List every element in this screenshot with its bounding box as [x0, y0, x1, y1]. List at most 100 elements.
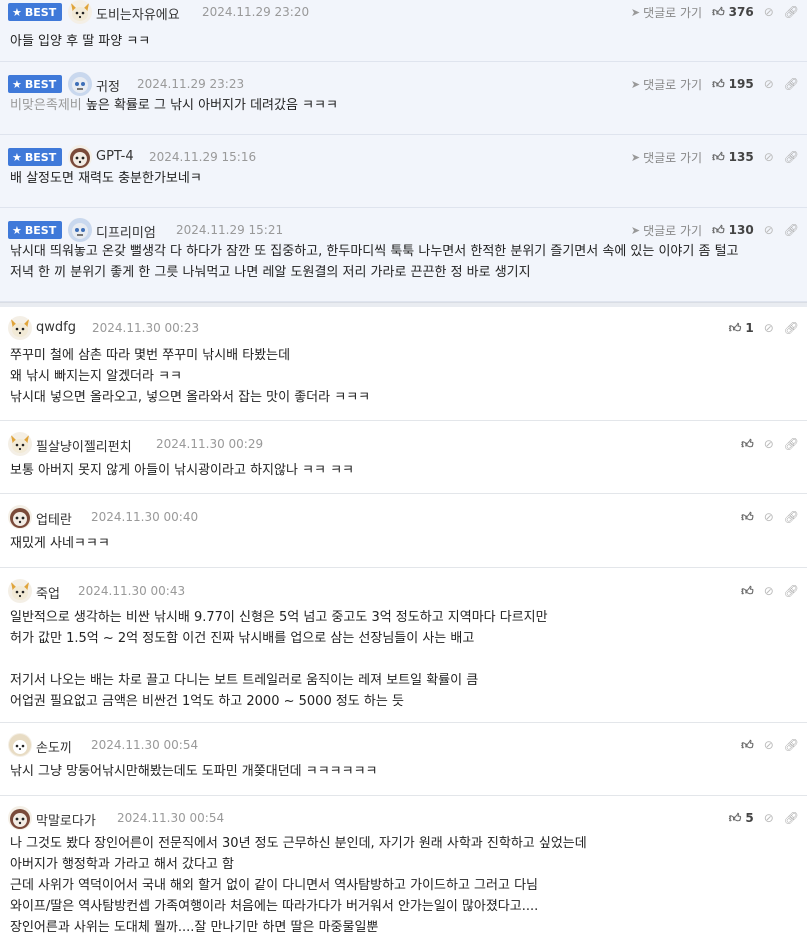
- star-icon: ★: [12, 77, 22, 91]
- link-icon[interactable]: 🔗︎: [784, 223, 799, 237]
- comment-text: 아버지가 행정학과 가라고 해서 갔다고 함: [10, 857, 234, 872]
- avatar[interactable]: [8, 806, 32, 830]
- comment-text: 와이프/딸은 역사탐방컨셉 가족여행이라 처음에는 따라가다가 버거워서 안가는…: [10, 899, 539, 914]
- comment-text: 일반적으로 생각하는 비싼 낚시배 9.77이 신형은 5억 넘고 중고도 3억…: [10, 610, 548, 625]
- like-button[interactable]: 👍︎: [741, 738, 754, 753]
- dislike-button[interactable]: ⊘: [764, 5, 774, 19]
- like-button[interactable]: 👍︎ 135: [712, 150, 754, 165]
- quoted-nickname[interactable]: 비맞은족제비: [10, 98, 82, 113]
- comment: 필살냥이젤리펀치 2024.11.30 00:29 👍︎ ⊘ 🔗︎ 보통 아버지…: [0, 421, 807, 494]
- comment-date: 2024.11.29 15:21: [176, 223, 284, 237]
- go-to-reply-link[interactable]: ➤ 댓글로 가기: [631, 4, 702, 21]
- comment: 막말로다가 2024.11.30 00:54 👍︎ 5 ⊘ 🔗︎ 나 그것도 봤다…: [0, 796, 807, 946]
- nickname[interactable]: 업테란: [36, 509, 72, 528]
- nickname[interactable]: 귀정: [96, 76, 120, 95]
- go-to-reply-link[interactable]: ➤ 댓글로 가기: [631, 76, 702, 93]
- avatar[interactable]: [68, 72, 92, 96]
- nickname[interactable]: qwdfg: [36, 320, 76, 335]
- comment: 죽업 2024.11.30 00:43 👍︎ ⊘ 🔗︎ 일반적으로 생각하는 비…: [0, 568, 807, 723]
- comment-date: 2024.11.30 00:29: [156, 437, 264, 451]
- best-comment: ★ BEST GPT-4 2024.11.29 15:16 ➤ 댓글로 가기 👍︎ 1…: [0, 135, 807, 208]
- comment-text: 낚시 그냥 망둥어낚시만해봤는데도 도파민 개쫒대던데 ㅋㅋㅋㅋㅋㅋ: [10, 764, 378, 779]
- best-comment: ★ BEST 귀정 2024.11.29 23:23 ➤ 댓글로 가기 👍︎ 195 …: [0, 62, 807, 135]
- link-icon[interactable]: 🔗︎: [784, 510, 799, 524]
- comment-text: 저기서 나오는 배는 차로 끌고 다니는 보트 트레일러로 움직이는 레져 보트…: [10, 673, 479, 688]
- comment-text: 쭈꾸미 철에 삼촌 따라 몇번 쭈꾸미 낚시배 타봤는데: [10, 348, 291, 363]
- dislike-button[interactable]: ⊘: [764, 811, 774, 825]
- dislike-button[interactable]: ⊘: [764, 150, 774, 164]
- star-icon: ★: [12, 223, 22, 237]
- like-button[interactable]: 👍︎ 5: [729, 811, 754, 826]
- best-badge: ★ BEST: [8, 221, 63, 239]
- comment-date: 2024.11.30 00:43: [78, 584, 186, 598]
- go-to-reply-link[interactable]: ➤ 댓글로 가기: [631, 149, 702, 166]
- send-arrow-icon: ➤: [630, 77, 641, 91]
- avatar[interactable]: [68, 145, 92, 169]
- comment-text: 낚시대 띄워놓고 온갖 뻘생각 다 하다가 잠깐 또 집중하고, 한두마디씩 툭…: [10, 244, 739, 259]
- thumbs-up-icon: 👍︎: [712, 149, 725, 164]
- link-icon[interactable]: 🔗︎: [784, 584, 799, 598]
- comment-date: 2024.11.29 23:20: [202, 5, 310, 19]
- nickname[interactable]: 도비는자유에요: [96, 4, 180, 23]
- like-button[interactable]: 👍︎ 130: [712, 223, 754, 238]
- comment-text: 아들 입양 후 딸 파양 ㅋㅋ: [10, 34, 151, 49]
- comment-text: 장인어른과 사위는 도대체 뭘까....잘 만나기만 하면 딸은 마중물일뿐: [10, 920, 379, 935]
- dislike-button[interactable]: ⊘: [764, 437, 774, 451]
- comment-text: 근데 사위가 역덕이어서 국내 해외 할거 없이 같이 다니면서 역사탐방하고 …: [10, 878, 538, 893]
- like-button[interactable]: 👍︎: [741, 584, 754, 599]
- link-icon[interactable]: 🔗︎: [784, 321, 799, 335]
- comment-text: 저녁 한 끼 분위기 좋게 한 그릇 나눠먹고 나면 레알 도원결의 저리 가라…: [10, 265, 531, 280]
- comment-text: 재밌게 사네ㅋㅋㅋ: [10, 536, 110, 551]
- comment-date: 2024.11.30 00:23: [92, 321, 200, 335]
- like-button[interactable]: 👍︎ 376: [712, 5, 754, 20]
- like-button[interactable]: 👍︎ 195: [712, 77, 754, 92]
- comment-text: 허가 값만 1.5억 ~ 2억 정도함 이건 진짜 낚시배를 업으로 삼는 선장…: [10, 631, 475, 646]
- avatar[interactable]: [8, 505, 32, 529]
- go-to-reply-link[interactable]: ➤ 댓글로 가기: [631, 222, 702, 239]
- dislike-button[interactable]: ⊘: [764, 223, 774, 237]
- avatar[interactable]: [68, 218, 92, 242]
- dislike-button[interactable]: ⊘: [764, 584, 774, 598]
- nickname[interactable]: 손도끼: [36, 737, 72, 756]
- like-button[interactable]: 👍︎: [741, 510, 754, 525]
- nickname[interactable]: GPT-4: [96, 149, 134, 164]
- avatar[interactable]: [68, 0, 92, 24]
- nickname[interactable]: 필살냥이젤리펀치: [36, 436, 132, 455]
- thumbs-up-icon: 👍︎: [728, 320, 742, 335]
- link-icon[interactable]: 🔗︎: [784, 738, 799, 752]
- link-icon[interactable]: 🔗︎: [784, 150, 799, 164]
- comment-date: 2024.11.30 00:54: [117, 811, 225, 825]
- avatar[interactable]: [8, 733, 32, 757]
- link-icon[interactable]: 🔗︎: [784, 5, 799, 19]
- link-icon[interactable]: 🔗︎: [784, 437, 799, 451]
- star-icon: ★: [12, 5, 22, 19]
- nickname[interactable]: 죽업: [36, 583, 60, 602]
- dislike-button[interactable]: ⊘: [764, 77, 774, 91]
- like-button[interactable]: 👍︎: [741, 437, 754, 452]
- best-badge: ★ BEST: [8, 75, 63, 93]
- comment-text: 낚시대 넣으면 올라오고, 넣으면 올라와서 잡는 맛이 좋더라 ㅋㅋㅋ: [10, 390, 371, 405]
- best-comment: ★ BEST 디프리미엄 2024.11.29 15:21 ➤ 댓글로 가기 👍︎ 1…: [0, 208, 807, 302]
- comment: 업테란 2024.11.30 00:40 👍︎ ⊘ 🔗︎ 재밌게 사네ㅋㅋㅋ: [0, 494, 807, 568]
- dislike-button[interactable]: ⊘: [764, 321, 774, 335]
- comment-text: 나 그것도 봤다 장인어른이 전문직에서 30년 정도 근무하신 분인데, 자기…: [10, 836, 587, 851]
- dislike-button[interactable]: ⊘: [764, 738, 774, 752]
- dislike-button[interactable]: ⊘: [764, 510, 774, 524]
- avatar[interactable]: [8, 579, 32, 603]
- comment-text: [10, 649, 797, 670]
- link-icon[interactable]: 🔗︎: [784, 811, 799, 825]
- star-icon: ★: [12, 150, 22, 164]
- nickname[interactable]: 막말로다가: [36, 810, 96, 829]
- comment: qwdfg 2024.11.30 00:23 👍︎ 1 ⊘ 🔗︎ 쭈꾸미 철에 삼…: [0, 307, 807, 421]
- avatar[interactable]: [8, 316, 32, 340]
- avatar[interactable]: [8, 432, 32, 456]
- best-comment: ★ BEST 도비는자유에요 2024.11.29 23:20 ➤ 댓글로 가기 👍…: [0, 0, 807, 62]
- send-arrow-icon: ➤: [630, 150, 641, 164]
- link-icon[interactable]: 🔗︎: [784, 77, 799, 91]
- nickname[interactable]: 디프리미엄: [96, 222, 156, 241]
- best-badge: ★ BEST: [8, 3, 63, 21]
- thumbs-up-icon: 👍︎: [728, 810, 742, 825]
- like-button[interactable]: 👍︎ 1: [729, 321, 754, 336]
- comment-list: ★ BEST 도비는자유에요 2024.11.29 23:20 ➤ 댓글로 가기 👍…: [0, 0, 807, 946]
- comment-text: 보통 아버지 못지 않게 아들이 낚시광이라고 하지않나 ㅋㅋ ㅋㅋ: [10, 463, 355, 478]
